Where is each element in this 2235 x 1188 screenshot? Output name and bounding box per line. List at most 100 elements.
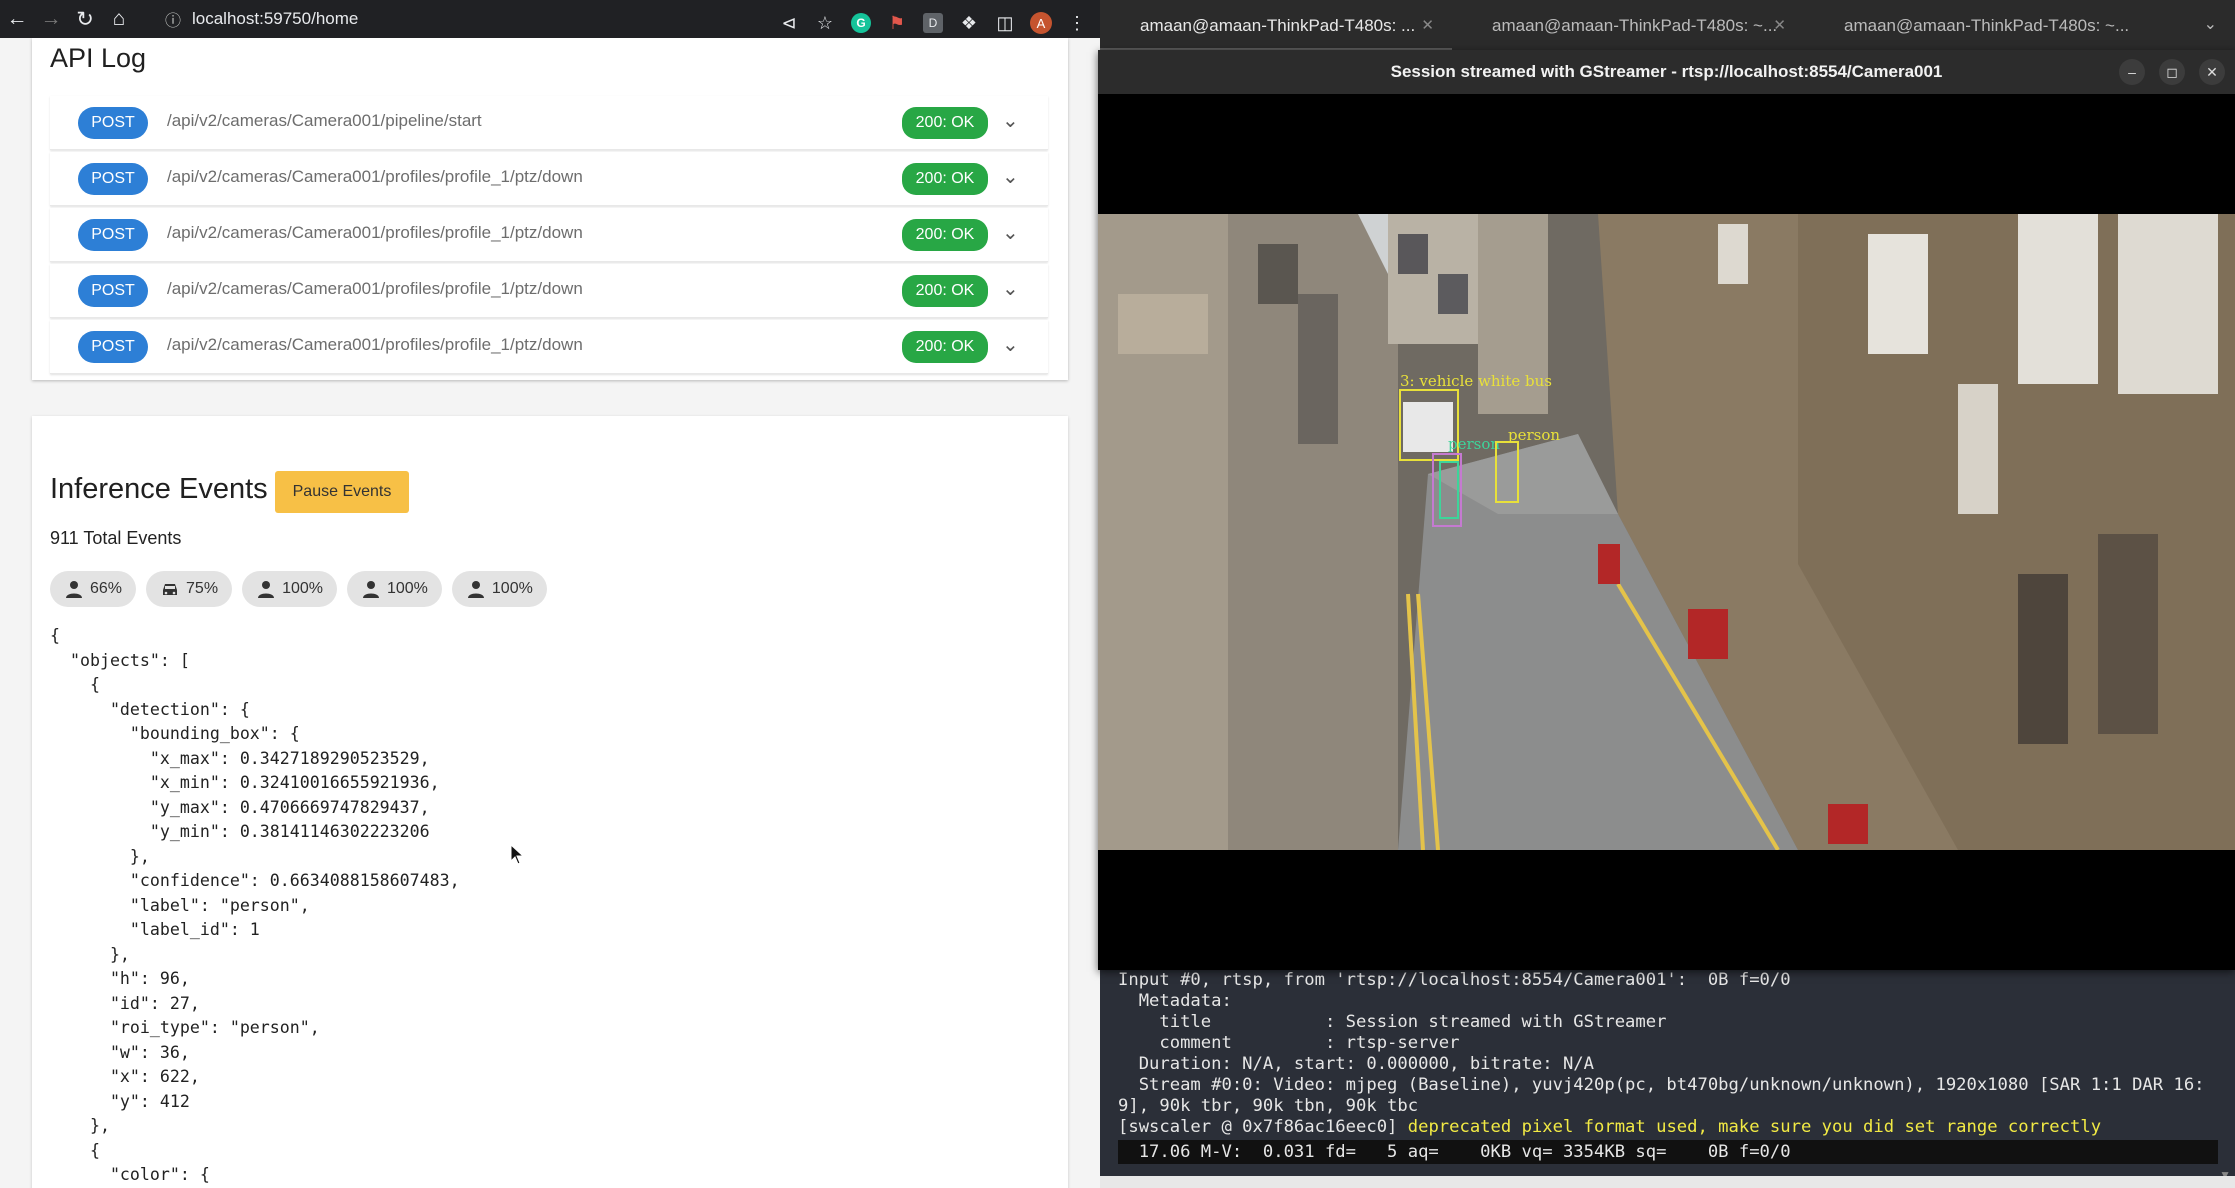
json-line: "y_min": 0.38141146302223206 xyxy=(50,822,430,841)
detection-chip[interactable]: 100% xyxy=(346,571,442,607)
api-log-row[interactable]: POST/api/v2/cameras/Camera001/profiles/p… xyxy=(50,264,1048,318)
person-icon xyxy=(466,579,486,599)
api-log-title: API Log xyxy=(50,43,147,73)
http-method-badge: POST xyxy=(78,275,148,307)
terminal-line: 9], 90k tbr, 90k tbn, 90k tbc xyxy=(1118,1096,1419,1116)
json-line: "confidence": 0.6634088158607483, xyxy=(50,871,460,890)
reload-icon[interactable]: ↻ xyxy=(68,0,102,38)
video-window-title: Session streamed with GStreamer - rtsp:/… xyxy=(1390,62,1943,81)
api-log-row[interactable]: POST/api/v2/cameras/Camera001/profiles/p… xyxy=(50,320,1048,374)
close-tab-icon[interactable]: ✕ xyxy=(1773,16,1786,34)
http-method-badge: POST xyxy=(78,163,148,195)
video-player-window: Session streamed with GStreamer - rtsp:/… xyxy=(1098,50,2235,970)
share-icon[interactable]: ⊲ xyxy=(776,10,802,36)
terminal-line: Metadata: xyxy=(1118,991,1232,1011)
extension-red-icon[interactable]: ⚑ xyxy=(884,10,910,36)
tab-menu-chevron-icon[interactable]: ⌄ xyxy=(2204,14,2217,34)
json-line: "detection": { xyxy=(50,699,250,719)
terminal-tab-label: amaan@amaan-ThinkPad-T480s: ~... xyxy=(1844,16,2130,35)
home-icon[interactable]: ⌂ xyxy=(102,0,136,38)
side-panel-icon[interactable]: ◫ xyxy=(992,10,1018,36)
person-icon xyxy=(361,579,381,599)
web-page: API Log POST/api/v2/cameras/Camera001/pi… xyxy=(0,38,1100,1188)
extensions-puzzle-icon[interactable]: ❖ xyxy=(956,10,982,36)
api-path: /api/v2/cameras/Camera001/profiles/profi… xyxy=(167,167,583,186)
pause-events-button[interactable]: Pause Events xyxy=(275,471,409,513)
terminal-tab-2[interactable]: amaan@amaan-ThinkPad-T480s: ~... ✕ xyxy=(1452,0,1804,50)
close-icon[interactable]: ✕ xyxy=(2199,59,2225,85)
event-json-viewer: { "objects": [ { "detection": { "boundin… xyxy=(50,624,460,1188)
terminal-tab-label: amaan@amaan-ThinkPad-T480s: ... xyxy=(1140,16,1416,35)
site-info-icon[interactable]: ⓘ xyxy=(160,7,186,31)
address-bar[interactable]: ⓘ localhost:59750/home ⊲ ☆ G ⚑ D ❖ ◫ A ⋮ xyxy=(160,4,1100,34)
terminal-tab-1[interactable]: amaan@amaan-ThinkPad-T480s: ... ✕ xyxy=(1100,0,1452,50)
json-line: { xyxy=(50,626,60,645)
warning-text: deprecated pixel format used, make sure … xyxy=(1407,1117,2102,1137)
profile-avatar[interactable]: A xyxy=(1028,10,1054,36)
http-method-badge: POST xyxy=(78,219,148,251)
status-badge: 200: OK xyxy=(902,107,988,139)
expand-chevron-icon[interactable]: ⌄ xyxy=(1002,108,1019,133)
minimize-icon[interactable]: – xyxy=(2119,59,2145,85)
json-line: }, xyxy=(50,846,150,866)
json-line: "objects": [ xyxy=(50,650,190,670)
json-line: "y": 412 xyxy=(50,1091,190,1111)
detection-chip[interactable]: 75% xyxy=(146,571,233,607)
extension-d-icon[interactable]: D xyxy=(920,10,946,36)
api-path: /api/v2/cameras/Camera001/pipeline/start xyxy=(167,111,482,130)
chip-confidence: 100% xyxy=(491,580,533,597)
detection-chip[interactable]: 100% xyxy=(242,571,337,607)
bookmark-star-icon[interactable]: ☆ xyxy=(812,10,838,36)
detection-chip[interactable]: 100% xyxy=(451,571,547,607)
total-events-count: 911 Total Events xyxy=(50,528,182,548)
kebab-menu-icon[interactable]: ⋮ xyxy=(1064,10,1090,36)
api-log-row[interactable]: POST/api/v2/cameras/Camera001/profiles/p… xyxy=(50,208,1048,262)
expand-chevron-icon[interactable]: ⌄ xyxy=(1002,164,1019,189)
api-path: /api/v2/cameras/Camera001/profiles/profi… xyxy=(167,335,583,354)
person-detection-label: person xyxy=(1508,426,1560,444)
detection-chip[interactable]: 66% xyxy=(50,571,137,607)
close-tab-icon[interactable]: ✕ xyxy=(1421,16,1434,34)
maximize-icon[interactable]: ◻ xyxy=(2159,59,2185,85)
status-badge: 200: OK xyxy=(902,163,988,195)
terminal-tab-3[interactable]: amaan@amaan-ThinkPad-T480s: ~... xyxy=(1804,0,2156,50)
terminal-line: title : Session streamed with GStreamer xyxy=(1118,1012,1667,1032)
http-method-badge: POST xyxy=(78,331,148,363)
browser-window: ← → ↻ ⌂ ⓘ localhost:59750/home ⊲ ☆ G ⚑ D… xyxy=(0,0,1100,1188)
json-line: "x_max": 0.3427189290523529, xyxy=(50,748,430,768)
status-badge: 200: OK xyxy=(902,219,988,251)
terminal-line: comment : rtsp-server xyxy=(1118,1033,1460,1053)
street-scene-image: 3: vehicle white bus person person xyxy=(1098,214,2235,850)
terminal-bottom-edge xyxy=(1100,1176,2235,1188)
http-method-badge: POST xyxy=(78,107,148,139)
inference-events-title: Inference Events xyxy=(50,473,268,505)
json-line: { xyxy=(50,675,100,694)
warning-prefix: [swscaler @ 0x7f86ac16eec0] xyxy=(1118,1117,1408,1137)
back-icon[interactable]: ← xyxy=(0,0,34,38)
expand-chevron-icon[interactable]: ⌄ xyxy=(1002,332,1019,357)
url-text[interactable]: localhost:59750/home xyxy=(192,9,358,29)
video-titlebar[interactable]: Session streamed with GStreamer - rtsp:/… xyxy=(1098,50,2235,94)
terminal-line: Duration: N/A, start: 0.000000, bitrate:… xyxy=(1118,1054,1594,1074)
json-line: "w": 36, xyxy=(50,1042,190,1062)
camera-video-frame: 3: vehicle white bus person person xyxy=(1098,214,2235,850)
expand-chevron-icon[interactable]: ⌄ xyxy=(1002,276,1019,301)
json-line: "id": 27, xyxy=(50,993,200,1013)
expand-chevron-icon[interactable]: ⌄ xyxy=(1002,220,1019,245)
inference-events-card: Inference Events Pause Events 911 Total … xyxy=(32,416,1068,1188)
api-log-row[interactable]: POST/api/v2/cameras/Camera001/pipeline/s… xyxy=(50,96,1048,150)
terminal-warning-line: [swscaler @ 0x7f86ac16eec0] deprecated p… xyxy=(1118,1117,2205,1138)
status-badge: 200: OK xyxy=(902,331,988,363)
api-log-row[interactable]: POST/api/v2/cameras/Camera001/profiles/p… xyxy=(50,152,1048,206)
json-line: "roi_type": "person", xyxy=(50,1018,320,1037)
api-path: /api/v2/cameras/Camera001/profiles/profi… xyxy=(167,223,583,242)
status-badge: 200: OK xyxy=(902,275,988,307)
person-icon xyxy=(256,579,276,599)
forward-icon[interactable]: → xyxy=(34,0,68,38)
ffplay-status-text: 17.06 M-V: 0.031 fd= 5 aq= 0KB vq= 3354K… xyxy=(1118,1142,1791,1162)
chip-confidence: 100% xyxy=(386,580,428,597)
grammarly-extension-icon[interactable]: G xyxy=(848,10,874,36)
json-line: }, xyxy=(50,944,130,964)
vehicle-detection-label: 3: vehicle white bus xyxy=(1400,372,1552,390)
chip-confidence: 100% xyxy=(282,580,323,597)
